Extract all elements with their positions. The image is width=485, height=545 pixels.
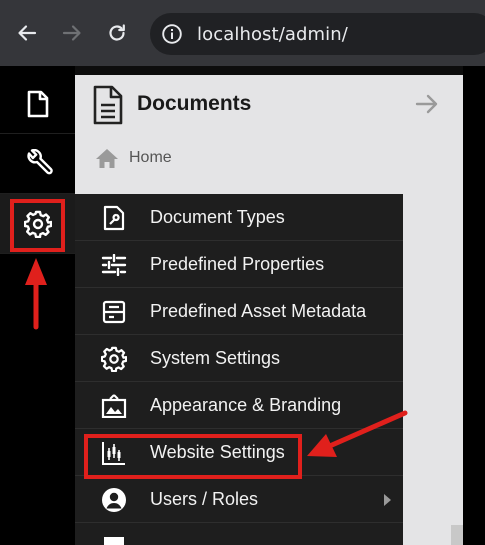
annotation-arrow-left (307, 410, 408, 457)
annotation-arrows (25, 258, 408, 457)
screen: localhost/admin/ Documents Home Document… (0, 0, 485, 545)
annotation-arrow-up (25, 258, 47, 330)
